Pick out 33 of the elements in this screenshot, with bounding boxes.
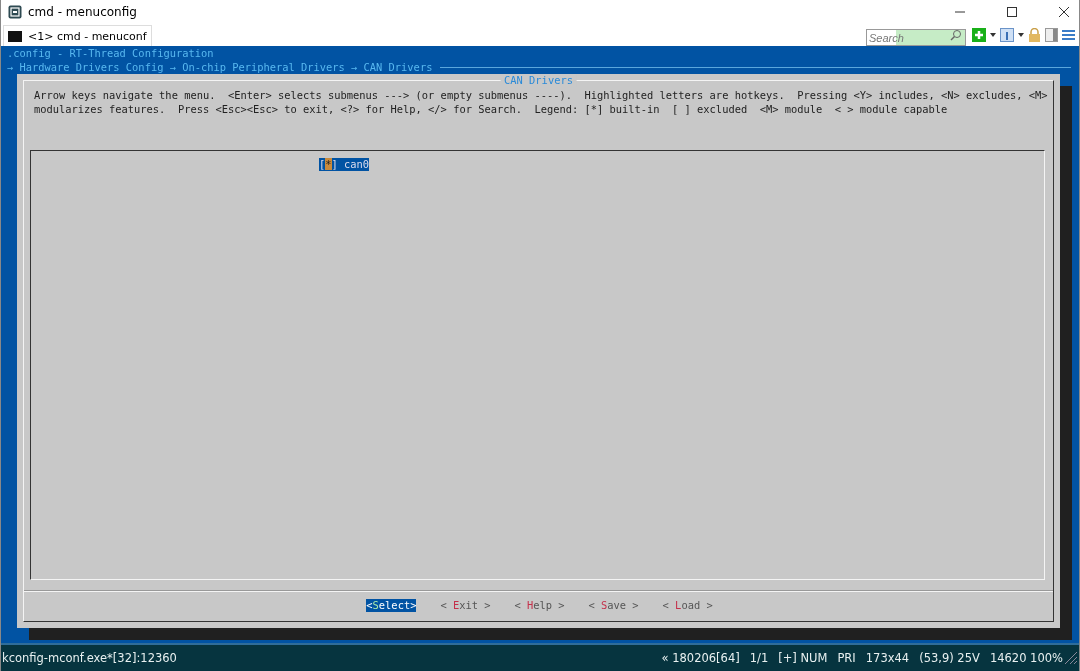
close-icon[interactable] [1059, 7, 1069, 17]
status-text: 14620 100% [989, 651, 1063, 665]
split-view-icon[interactable] [1045, 28, 1058, 42]
menu-item[interactable]: [*] can0 [319, 158, 370, 171]
menu-icon[interactable] [1062, 29, 1075, 41]
status-text: « 180206[64] [661, 651, 740, 665]
help-text: Arrow keys navigate the menu. <Enter> selects submenus ---> (or empty submenus ----). Highlighted letters are hotkeys. Pressing <Y> includes, <N> excludes, <M> [34, 88, 1049, 102]
console-icon [8, 30, 22, 42]
dialog-title: CAN Drivers [500, 74, 577, 87]
status-text: 1/1 [749, 651, 769, 665]
breadcrumb: → Hardware Drivers Config → On-chip Peripheral Drivers → CAN Drivers [6, 60, 433, 74]
menu-button[interactable]: < Load > [662, 599, 713, 612]
caret-icon[interactable] [1018, 33, 1024, 37]
panel-icon[interactable] [1000, 28, 1014, 42]
menu-button[interactable]: <Select> [366, 599, 417, 612]
help-text: modularizes features. Press <Esc><Esc> to exit, <?> for Help, </> for Search. Legend: [*] built-in [ ] excluded <M> module < > module capable [34, 102, 949, 116]
resize-grip-icon[interactable] [1065, 652, 1077, 664]
caret-icon[interactable] [990, 33, 996, 37]
status-text: PRI [837, 651, 856, 665]
window-title: cmd - menuconfig [28, 5, 137, 19]
app-icon [8, 5, 22, 19]
search-icon [950, 28, 962, 41]
search-field[interactable]: Search [866, 29, 966, 46]
config-title: .config - RT-Thread Configuration [6, 46, 215, 60]
menu-button[interactable]: < Save > [588, 599, 639, 612]
tab[interactable]: <1> cmd - menuconf [3, 25, 152, 46]
menu-button[interactable]: < Exit > [440, 599, 491, 612]
status-text: kconfig-mconf.exe*[32]:12360 [2, 651, 177, 665]
status-text: 173x44 [865, 651, 910, 665]
status-text: (53,9) 25V [919, 651, 980, 665]
status-text: [+] NUM [778, 651, 828, 665]
menu-button[interactable]: < Help > [514, 599, 565, 612]
maximize-icon[interactable] [1007, 7, 1017, 17]
